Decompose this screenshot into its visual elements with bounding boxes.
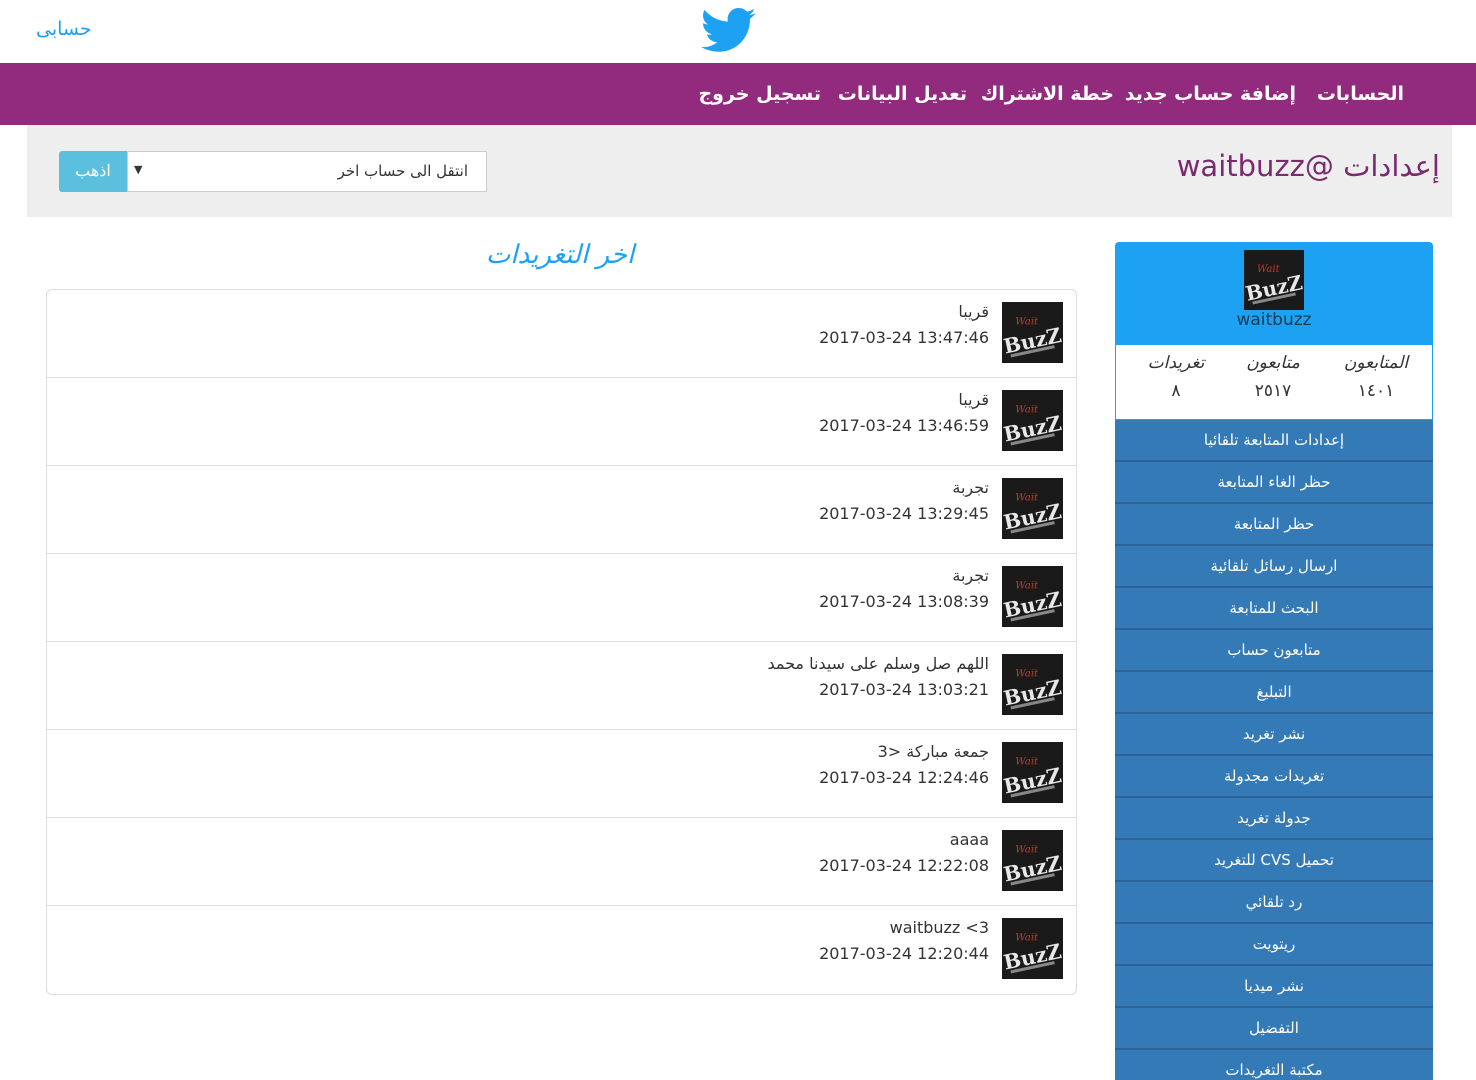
tweet-date: 2017-03-24 13:46:59 bbox=[819, 416, 989, 435]
tweet-avatar: Wait BuzZ bbox=[1002, 478, 1063, 539]
settings-header: إعدادات @waitbuzz ▼ انتقل الى حساب اخر ا… bbox=[27, 125, 1452, 217]
tweet-row: Wait BuzZ تجربة 2017-03-24 13:29:45 bbox=[47, 466, 1076, 554]
tweet-text: قريبا bbox=[958, 302, 989, 321]
tweet-date: 2017-03-24 12:24:46 bbox=[819, 768, 989, 787]
sidebar-item-favorites[interactable]: التفضيل bbox=[1115, 1008, 1433, 1050]
tweet-avatar: Wait BuzZ bbox=[1002, 830, 1063, 891]
sidebar-item-auto-follow-settings[interactable]: إعدادات المتابعة تلقائيا bbox=[1115, 420, 1433, 462]
tweet-row: Wait BuzZ قريبا 2017-03-24 13:46:59 bbox=[47, 378, 1076, 466]
tweet-row: Wait BuzZ aaaa 2017-03-24 12:22:08 bbox=[47, 818, 1076, 906]
tweet-avatar: Wait BuzZ bbox=[1002, 390, 1063, 451]
account-switch-select[interactable]: ▼ انتقل الى حساب اخر bbox=[127, 151, 487, 192]
profile-header: Wait BuzZ waitbuzz bbox=[1115, 242, 1433, 344]
tweets-heading: اخر التغريدات bbox=[485, 240, 635, 270]
go-button[interactable]: اذهب bbox=[59, 151, 127, 192]
sidebar-item-post-tweet[interactable]: نشر تغريد bbox=[1115, 714, 1433, 756]
tweet-row: Wait BuzZ اللهم صل وسلم على سيدنا محمد 20… bbox=[47, 642, 1076, 730]
tweet-avatar: Wait BuzZ bbox=[1002, 742, 1063, 803]
stat-label: تغريدات bbox=[1147, 353, 1205, 373]
tweet-avatar: Wait BuzZ bbox=[1002, 566, 1063, 627]
sidebar-item-tweet-library[interactable]: مكتبة التغريدات bbox=[1115, 1050, 1433, 1080]
stat-value: ٨ bbox=[1171, 381, 1181, 401]
sidebar-item-account-followers[interactable]: متابعون حساب bbox=[1115, 630, 1433, 672]
tweet-date: 2017-03-24 12:22:08 bbox=[819, 856, 989, 875]
nav-item-logout[interactable]: تسجيل خروج bbox=[698, 63, 821, 125]
stat-label: متابعون bbox=[1246, 353, 1300, 373]
tweet-date: 2017-03-24 13:29:45 bbox=[819, 504, 989, 523]
nav-item-add-account[interactable]: إضافة حساب جديد bbox=[1125, 63, 1296, 125]
tweet-text: اللهم صل وسلم على سيدنا محمد bbox=[767, 654, 989, 673]
svg-text:Wait: Wait bbox=[1015, 316, 1039, 327]
tweet-date: 2017-03-24 12:20:44 bbox=[819, 944, 989, 963]
sidebar-item-block-follow[interactable]: حظر المتابعة bbox=[1115, 504, 1433, 546]
sidebar-item-report[interactable]: التبليغ bbox=[1115, 672, 1433, 714]
svg-text:Wait: Wait bbox=[1015, 844, 1039, 855]
twitter-bird-icon[interactable] bbox=[701, 8, 757, 54]
sidebar-item-schedule-tweet[interactable]: جدولة تغريد bbox=[1115, 798, 1433, 840]
svg-text:Wait: Wait bbox=[1015, 932, 1039, 943]
sidebar-item-search-follow[interactable]: البحث للمتابعة bbox=[1115, 588, 1433, 630]
stat-tweets: تغريدات ٨ bbox=[1126, 353, 1226, 401]
tweet-text: waitbuzz <3 bbox=[889, 918, 989, 937]
tweet-date: 2017-03-24 13:47:46 bbox=[819, 328, 989, 347]
sidebar-item-auto-messages[interactable]: ارسال رسائل تلقائية bbox=[1115, 546, 1433, 588]
sidebar-menu: إعدادات المتابعة تلقائيا حظر الغاء المتا… bbox=[1115, 420, 1433, 1080]
tweet-avatar: Wait BuzZ bbox=[1002, 918, 1063, 979]
tweet-text: تجربة bbox=[952, 566, 989, 585]
tweet-text: تجربة bbox=[952, 478, 989, 497]
svg-text:Wait: Wait bbox=[1015, 492, 1039, 503]
tweet-text: جمعة مباركة <3 bbox=[877, 742, 989, 761]
sidebar-item-post-media[interactable]: نشر ميديا bbox=[1115, 966, 1433, 1008]
tweet-avatar: Wait BuzZ bbox=[1002, 654, 1063, 715]
tweet-row: Wait BuzZ قريبا 2017-03-24 13:47:46 bbox=[47, 290, 1076, 378]
tweet-row: Wait BuzZ تجربة 2017-03-24 13:08:39 bbox=[47, 554, 1076, 642]
tweet-date: 2017-03-24 13:08:39 bbox=[819, 592, 989, 611]
tweet-avatar: Wait BuzZ bbox=[1002, 302, 1063, 363]
svg-text:Wait: Wait bbox=[1015, 668, 1039, 679]
stat-value: ٢٥١٧ bbox=[1254, 381, 1292, 401]
page-title: إعدادات @waitbuzz bbox=[1176, 149, 1440, 183]
nav-item-accounts[interactable]: الحسابات bbox=[1317, 63, 1404, 125]
stat-following: متابعون ٢٥١٧ bbox=[1223, 353, 1323, 401]
stat-value: ١٤٠١ bbox=[1357, 381, 1395, 401]
stat-label: المتابعون bbox=[1343, 353, 1409, 373]
tweet-row: Wait BuzZ waitbuzz <3 2017-03-24 12:20:44 bbox=[47, 906, 1076, 994]
tweets-list: Wait BuzZ قريبا 2017-03-24 13:47:46 Wait B… bbox=[46, 289, 1077, 995]
sidebar-item-retweet[interactable]: ريتويت bbox=[1115, 924, 1433, 966]
profile-name: waitbuzz bbox=[1236, 310, 1312, 330]
svg-text:Wait: Wait bbox=[1015, 756, 1039, 767]
tweet-row: Wait BuzZ جمعة مباركة <3 2017-03-24 12:24… bbox=[47, 730, 1076, 818]
svg-text:Wait: Wait bbox=[1015, 580, 1039, 591]
main-nav: الحسابات إضافة حساب جديد خطة الاشتراك تع… bbox=[0, 63, 1476, 125]
sidebar-item-auto-reply[interactable]: رد تلقائي bbox=[1115, 882, 1433, 924]
nav-item-subscription-plan[interactable]: خطة الاشتراك bbox=[981, 63, 1114, 125]
caret-down-icon: ▼ bbox=[134, 163, 143, 176]
tweet-text: aaaa bbox=[949, 830, 989, 849]
svg-text:Wait: Wait bbox=[1015, 404, 1039, 415]
my-account-link[interactable]: حسابى bbox=[36, 18, 92, 40]
account-switch-value: انتقل الى حساب اخر bbox=[337, 162, 468, 180]
nav-item-edit-profile[interactable]: تعديل البيانات bbox=[838, 63, 967, 125]
sidebar-item-upload-cvs[interactable]: تحميل CVS للتغريد bbox=[1115, 840, 1433, 882]
tweet-date: 2017-03-24 13:03:21 bbox=[819, 680, 989, 699]
avatar[interactable]: Wait BuzZ bbox=[1244, 250, 1304, 310]
stat-followers: المتابعون ١٤٠١ bbox=[1326, 353, 1426, 401]
top-bar: حسابى bbox=[0, 0, 1476, 63]
tweet-text: قريبا bbox=[958, 390, 989, 409]
sidebar-item-block-unfollow[interactable]: حظر الغاء المتابعة bbox=[1115, 462, 1433, 504]
profile-stats: المتابعون ١٤٠١ متابعون ٢٥١٧ تغريدات ٨ bbox=[1115, 344, 1433, 420]
svg-text:Wait: Wait bbox=[1257, 264, 1281, 275]
sidebar-item-scheduled-tweets[interactable]: تغريدات مجدولة bbox=[1115, 756, 1433, 798]
